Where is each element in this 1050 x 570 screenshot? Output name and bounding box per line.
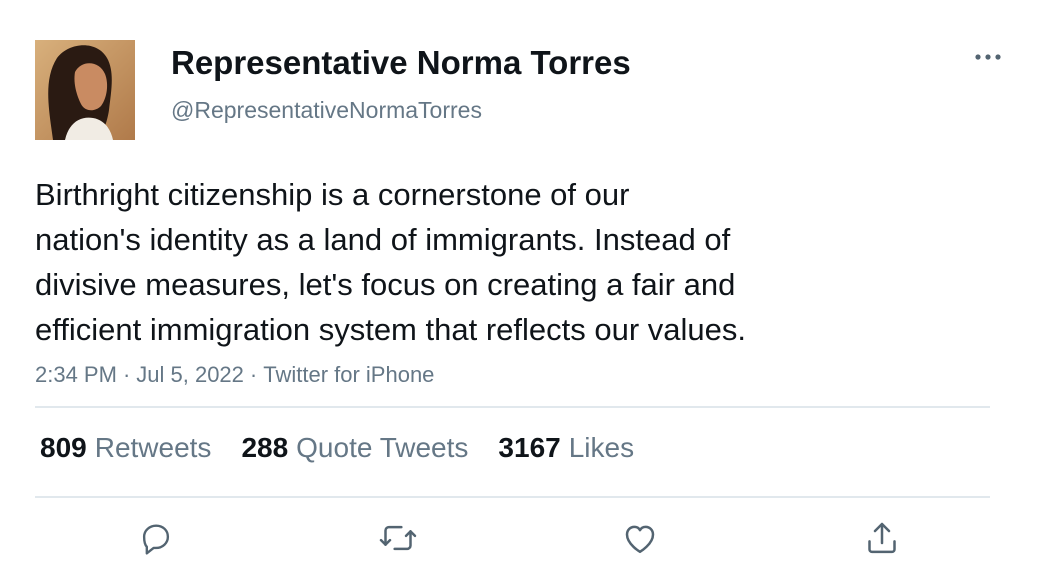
likes-label: Likes bbox=[568, 432, 635, 463]
profile-photo-icon bbox=[35, 40, 135, 140]
retweets-stat[interactable]: 809 Retweets bbox=[40, 432, 211, 464]
quote-tweets-stat[interactable]: 288 Quote Tweets bbox=[241, 432, 468, 464]
divider bbox=[35, 406, 990, 408]
divider bbox=[35, 496, 990, 498]
author-handle[interactable]: @RepresentativeNormaTorres bbox=[171, 97, 482, 124]
meta-separator: · bbox=[249, 362, 258, 387]
share-button[interactable] bbox=[862, 518, 902, 558]
author-display-name[interactable]: Representative Norma Torres bbox=[171, 44, 631, 82]
reply-icon bbox=[142, 524, 170, 555]
more-options-button[interactable] bbox=[970, 44, 1006, 70]
tweet-source[interactable]: Twitter for iPhone bbox=[263, 362, 434, 387]
quote-tweets-label: Quote Tweets bbox=[296, 432, 469, 463]
likes-count: 3167 bbox=[498, 432, 561, 463]
tweet-meta: 2:34 PM · Jul 5, 2022 · Twitter for iPhone bbox=[35, 362, 434, 388]
likes-stat[interactable]: 3167 Likes bbox=[498, 432, 634, 464]
quote-tweets-count: 288 bbox=[241, 432, 289, 463]
avatar[interactable] bbox=[35, 40, 135, 140]
meta-separator: · bbox=[122, 362, 131, 387]
tweet-date[interactable]: Jul 5, 2022 bbox=[136, 362, 244, 387]
share-icon bbox=[868, 522, 896, 554]
like-button[interactable] bbox=[620, 518, 660, 558]
retweets-count: 809 bbox=[40, 432, 87, 463]
engagement-stats: 809 Retweets 288 Quote Tweets 3167 Likes bbox=[40, 432, 634, 464]
tweet-time[interactable]: 2:34 PM bbox=[35, 362, 117, 387]
reply-button[interactable] bbox=[136, 518, 176, 558]
retweet-icon bbox=[379, 525, 417, 551]
like-icon bbox=[625, 525, 655, 554]
retweets-label: Retweets bbox=[94, 432, 212, 463]
retweet-button[interactable] bbox=[378, 518, 418, 558]
more-horizontal-icon bbox=[975, 54, 1001, 60]
tweet-text: Birthright citizenship is a cornerstone … bbox=[35, 177, 746, 347]
